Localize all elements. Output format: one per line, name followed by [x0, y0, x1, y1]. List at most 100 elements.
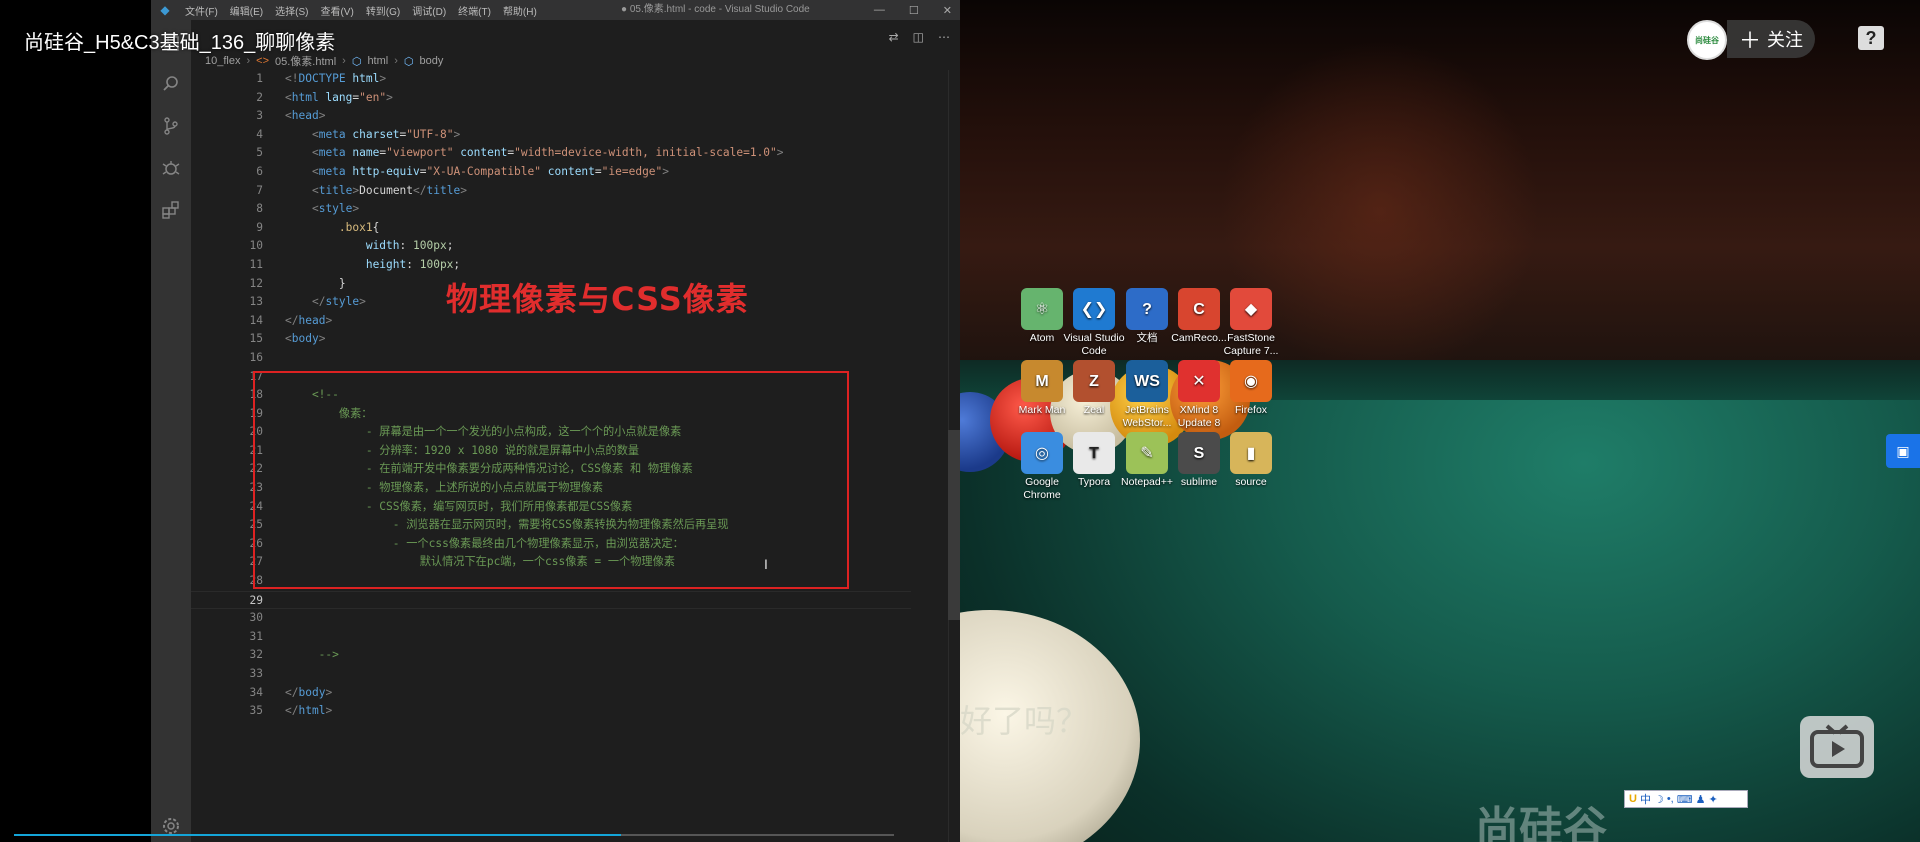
code-line[interactable]: 31: [191, 628, 911, 647]
video-player[interactable]: ◆ 文件(F) 编辑(E) 选择(S) 查看(V) 转到(G) 调试(D) 终端…: [0, 0, 1920, 842]
search-icon[interactable]: [159, 72, 183, 96]
menu-debug[interactable]: 调试(D): [406, 3, 452, 18]
menu-file[interactable]: 文件(F): [179, 3, 224, 18]
menu-view[interactable]: 查看(V): [314, 3, 359, 18]
code-line[interactable]: 16: [191, 349, 911, 368]
code-token: =: [419, 164, 427, 178]
code-text: <head>: [285, 107, 325, 126]
code-line[interactable]: 35 </html>: [191, 702, 911, 721]
code-token: Document: [359, 183, 414, 197]
side-widget-icon[interactable]: ▣: [1886, 434, 1920, 468]
code-line[interactable]: 26 - 一个css像素最终由几个物理像素显示，由浏览器决定：: [191, 535, 911, 554]
extensions-icon[interactable]: [159, 198, 183, 222]
breadcrumb-html[interactable]: html: [367, 55, 388, 67]
app-icon: ✕: [1178, 360, 1220, 402]
code-token: charset: [345, 127, 400, 141]
code-line[interactable]: 6 <meta http-equiv="X-UA-Compatible" con…: [191, 163, 911, 182]
code-line[interactable]: 17: [191, 368, 911, 387]
breadcrumb-file[interactable]: 05.像素.html: [275, 53, 336, 69]
menu-selection[interactable]: 选择(S): [269, 3, 314, 18]
line-number: 26: [249, 536, 263, 550]
code-text: <meta http-equiv="X-UA-Compatible" conte…: [285, 163, 669, 182]
wrench-icon: ✦: [1708, 793, 1718, 806]
code-line[interactable]: 7 <title>Document</title>: [191, 182, 911, 201]
code-line[interactable]: 10 width: 100px;: [191, 237, 911, 256]
code-token: width: [365, 239, 400, 253]
minimize-icon[interactable]: —: [874, 4, 885, 16]
code-token: <: [311, 202, 319, 216]
desktop-icon[interactable]: ▮ source: [1219, 432, 1283, 489]
code-line[interactable]: 4 <meta charset="UTF-8">: [191, 126, 911, 145]
app-icon: ◉: [1230, 360, 1272, 402]
code-line[interactable]: 3 <head>: [191, 107, 911, 126]
code-line[interactable]: 9 .box1{: [191, 219, 911, 238]
code-text: <title>Document</title>: [285, 182, 467, 201]
line-number: 13: [249, 295, 263, 309]
code-line[interactable]: 30: [191, 609, 911, 628]
code-token: >: [318, 109, 326, 123]
code-token: 100px: [413, 239, 447, 253]
code-line[interactable]: 1 <!DOCTYPE html>: [191, 70, 911, 89]
help-icon[interactable]: ?: [1858, 26, 1884, 50]
code-line[interactable]: 21 - 分辨率：1920 x 1080 说的就是屏幕中小点的数量: [191, 442, 911, 461]
play-icon[interactable]: [1800, 716, 1874, 778]
code-line[interactable]: 25 - 浏览器在显示网页时，需要将CSS像素转换为物理像素然后再呈现: [191, 516, 911, 535]
follow-button[interactable]: ＋ 关注: [1727, 20, 1815, 58]
menu-edit[interactable]: 编辑(E): [224, 3, 269, 18]
line-number: 1: [256, 72, 263, 85]
line-number: 21: [249, 443, 263, 457]
code-token: </: [311, 295, 326, 309]
maximize-icon[interactable]: ☐: [909, 4, 919, 17]
code-line[interactable]: 11 height: 100px;: [191, 256, 911, 275]
code-line[interactable]: 28: [191, 572, 911, 591]
code-line[interactable]: 29: [191, 590, 911, 610]
source-control-icon[interactable]: [159, 114, 183, 138]
more-actions-icon[interactable]: ⋯: [938, 30, 950, 44]
chevron-right-icon: ›: [342, 55, 346, 67]
code-line[interactable]: 24 - CSS像素，编写网页时，我们所用像素都是CSS像素: [191, 498, 911, 517]
code-token: >: [453, 127, 461, 141]
desktop-icon[interactable]: ◆ FastStone Capture 7...: [1219, 288, 1283, 358]
close-icon[interactable]: ✕: [943, 4, 952, 17]
code-line[interactable]: 15 <body>: [191, 330, 911, 349]
line-number: 27: [249, 555, 263, 569]
code-text: -->: [285, 646, 339, 665]
gear-icon[interactable]: [161, 816, 181, 836]
editor-scrollbar[interactable]: [948, 70, 960, 842]
editor-actions: ⇄ ◫ ⋯: [889, 30, 950, 44]
code-line[interactable]: 18 <!--: [191, 386, 911, 405]
code-token: 默认情况下在pc端，一个css像素 = 一个物理像素: [285, 555, 675, 569]
user-icon: ♟: [1695, 793, 1706, 806]
code-text: <html lang="en">: [285, 89, 393, 108]
split-editor-icon[interactable]: ◫: [913, 30, 924, 44]
code-line[interactable]: 22 - 在前端开发中像素要分成两种情况讨论，CSS像素 和 物理像素: [191, 460, 911, 479]
code-line[interactable]: 34 </body>: [191, 684, 911, 703]
menu-terminal[interactable]: 终端(T): [452, 3, 497, 18]
breadcrumb-body[interactable]: body: [420, 55, 444, 67]
code-line[interactable]: 33: [191, 665, 911, 684]
code-editor[interactable]: 1 <!DOCTYPE html> 2 <html lang="en"> 3 <head>…: [191, 70, 911, 830]
compare-icon[interactable]: ⇄: [889, 30, 899, 44]
code-line[interactable]: 8 <style>: [191, 200, 911, 219]
avatar[interactable]: 尚硅谷: [1687, 20, 1727, 60]
debug-icon[interactable]: [159, 156, 183, 180]
code-line[interactable]: 19 像素：: [191, 405, 911, 424]
code-line[interactable]: 27 默认情况下在pc端，一个css像素 = 一个物理像素: [191, 553, 911, 572]
code-token: - 浏览器在显示网页时，需要将CSS像素转换为物理像素然后再呈现: [285, 518, 729, 532]
code-token: content: [453, 146, 508, 160]
code-line[interactable]: 20 - 屏幕是由一个一个发光的小点构成，这一个个的小点就是像素: [191, 423, 911, 442]
code-line[interactable]: 5 <meta name="viewport" content="width=d…: [191, 144, 911, 163]
menu-help[interactable]: 帮助(H): [497, 3, 543, 18]
breadcrumb-folder[interactable]: 10_flex: [205, 55, 240, 67]
code-line[interactable]: 23 - 物理像素，上述所说的小点点就属于物理像素: [191, 479, 911, 498]
menu-go[interactable]: 转到(G): [360, 3, 406, 18]
scrollbar-thumb[interactable]: [948, 430, 960, 620]
ime-mode[interactable]: 中: [1640, 791, 1651, 807]
app-icon: Z: [1073, 360, 1115, 402]
code-token: >: [359, 295, 366, 309]
code-line[interactable]: 32 -->: [191, 646, 911, 665]
desktop-icon[interactable]: ◉ Firefox: [1219, 360, 1283, 417]
progress-bar[interactable]: [14, 834, 894, 836]
code-line[interactable]: 2 <html lang="en">: [191, 89, 911, 108]
ime-toolbar[interactable]: U 中 ☽ •, ⌨ ♟ ✦: [1624, 790, 1748, 808]
